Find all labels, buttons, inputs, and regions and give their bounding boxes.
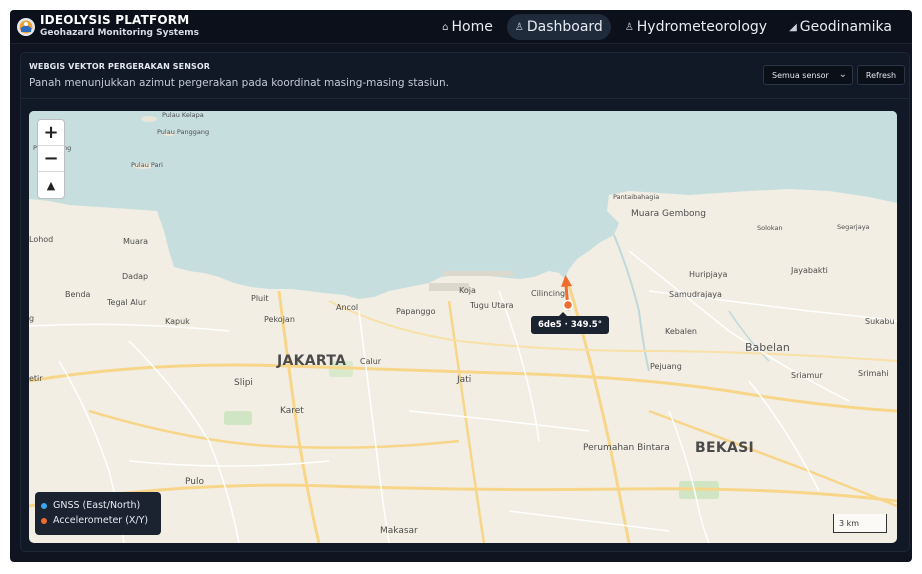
map-view[interactable]: Pulau Kelapa Pulau Panggang P ng Pulau P… [29,111,897,543]
map-label-ancol: Ancol [336,303,359,312]
map-label-pantaibahagia: Pantaibahagia [613,193,660,201]
map-label-koja: Koja [459,286,476,295]
compass-icon: ▲ [46,178,56,192]
map-label-pluit: Pluit [251,294,269,303]
refresh-button[interactable]: Refresh [857,65,905,85]
map-label-jayabakti: Jayabakti [791,266,828,275]
nav-dashboard[interactable]: ♙ Dashboard [506,14,611,40]
nav-dashboard-label: Dashboard [526,19,603,35]
nav-hydrometeorology-label: Hydrometeorology [636,19,768,35]
nav-home-label: Home [451,19,493,35]
home-icon: ⌂ [442,21,449,33]
map-label-muara: Muara [123,237,149,246]
map-label-sukabu: Sukabu [865,317,895,326]
brand-subtitle: Geohazard Monitoring Systems [40,28,199,38]
map-label-tegal-alur: Tegal Alur [107,298,147,307]
panel-title: WEBGIS VEKTOR PERGERAKAN SENSOR [29,62,211,71]
map-zoom-controls: + − ▲ [37,119,65,199]
map-label-makasar: Makasar [380,526,418,536]
map-label-papanggo: Papanggo [396,307,436,316]
map-label-babelan: Babelan [745,341,790,354]
nav-geodinamika[interactable]: ◢ Geodinamika [781,14,900,40]
map-label-jakarta: JAKARTA [277,353,347,369]
sensor-tooltip: 6de5 · 349.5° [531,312,609,334]
gnss-dot-icon [41,502,47,509]
sensor-filter-value: Semua sensor [772,70,829,80]
map-label-pulau-pari: Pulau Pari [131,161,163,169]
map-label-huripjaya: Huripjaya [689,270,728,279]
map-label-muara-gembong: Muara Gembong [631,209,706,219]
map-label-segarjaya: Segarjaya [837,223,870,231]
nav-hydrometeorology[interactable]: ♙ Hydrometeorology [617,14,775,40]
map-scale-bar: 3 km [833,514,887,533]
map-label-jati: Jati [457,375,472,385]
sea-area [29,111,897,299]
nav-home[interactable]: ⌂ Home [434,14,501,40]
map-label-etir: etir [29,374,43,383]
platform-logo-icon [17,18,35,36]
panel-description: Panah menunjukkan azimut pergerakan pada… [29,77,449,89]
map-label-karet: Karet [280,406,304,416]
sensor-filter-select[interactable]: Semua sensor ⌄ [763,65,853,85]
legend-item-accelerometer: Accelerometer (X/Y) [41,513,155,528]
legend-gnss-label: GNSS (East/North) [53,500,141,511]
map-label-pulo: Pulo [185,477,204,487]
legend-item-gnss: GNSS (East/North) [41,498,155,513]
map-label-pulau-panggang: Pulau Panggang [157,128,210,136]
reset-north-button[interactable]: ▲ [38,172,64,198]
map-legend: GNSS (East/North) Accelerometer (X/Y) [35,492,161,535]
map-basemap [29,111,897,543]
map-label-pejuang: Pejuang [650,362,682,371]
nav-geodinamika-label: Geodinamika [799,19,892,35]
map-label-calur: Calur [360,357,382,366]
legend-accelerometer-label: Accelerometer (X/Y) [53,515,149,526]
map-label-kebalen: Kebalen [665,327,697,336]
map-label-dadap: Dadap [122,272,149,281]
top-navbar: IDEOLYSIS PLATFORM Geohazard Monitoring … [10,10,912,44]
webgis-panel: WEBGIS VEKTOR PERGERAKAN SENSOR Panah me… [20,52,910,552]
map-label-benda: Benda [65,290,91,299]
panel-header: WEBGIS VEKTOR PERGERAKAN SENSOR Panah me… [21,53,909,99]
accelerometer-dot-icon [41,517,47,524]
main-nav: ⌂ Home ♙ Dashboard ♙ Hydrometeorology ◢ … [434,14,900,40]
zoom-out-button[interactable]: − [38,146,64,172]
brand-title: IDEOLYSIS PLATFORM [40,13,190,27]
map-label-lohod: Lohod [29,235,54,244]
map-label-perumahan-bintara: Perumahan Bintara [583,443,670,453]
app-window: IDEOLYSIS PLATFORM Geohazard Monitoring … [10,10,912,562]
hydro-icon: ♙ [624,21,634,33]
map-label-pulau-kelapa: Pulau Kelapa [162,111,204,119]
map-label-g-edge: g [29,314,35,323]
map-label-solokan: Solokan [757,224,783,232]
map-label-srimahi: Srimahi [858,369,889,378]
map-label-sriamur: Sriamur [791,371,823,380]
map-label-tugu-utara: Tugu Utara [470,301,514,310]
zoom-in-button[interactable]: + [38,120,64,146]
chevron-down-icon: ⌄ [838,69,847,80]
dashboard-icon: ♙ [514,21,524,33]
map-label-samudrajaya: Samudrajaya [669,290,722,299]
map-label-bekasi: BEKASI [695,440,755,456]
map-label-pekojan: Pekojan [264,315,295,324]
chart-bars-icon: ◢ [789,21,797,33]
map-label-slipi: Slipi [234,378,253,388]
sensor-vector-6de5[interactable] [559,273,575,313]
map-label-kapuk: Kapuk [165,317,190,326]
